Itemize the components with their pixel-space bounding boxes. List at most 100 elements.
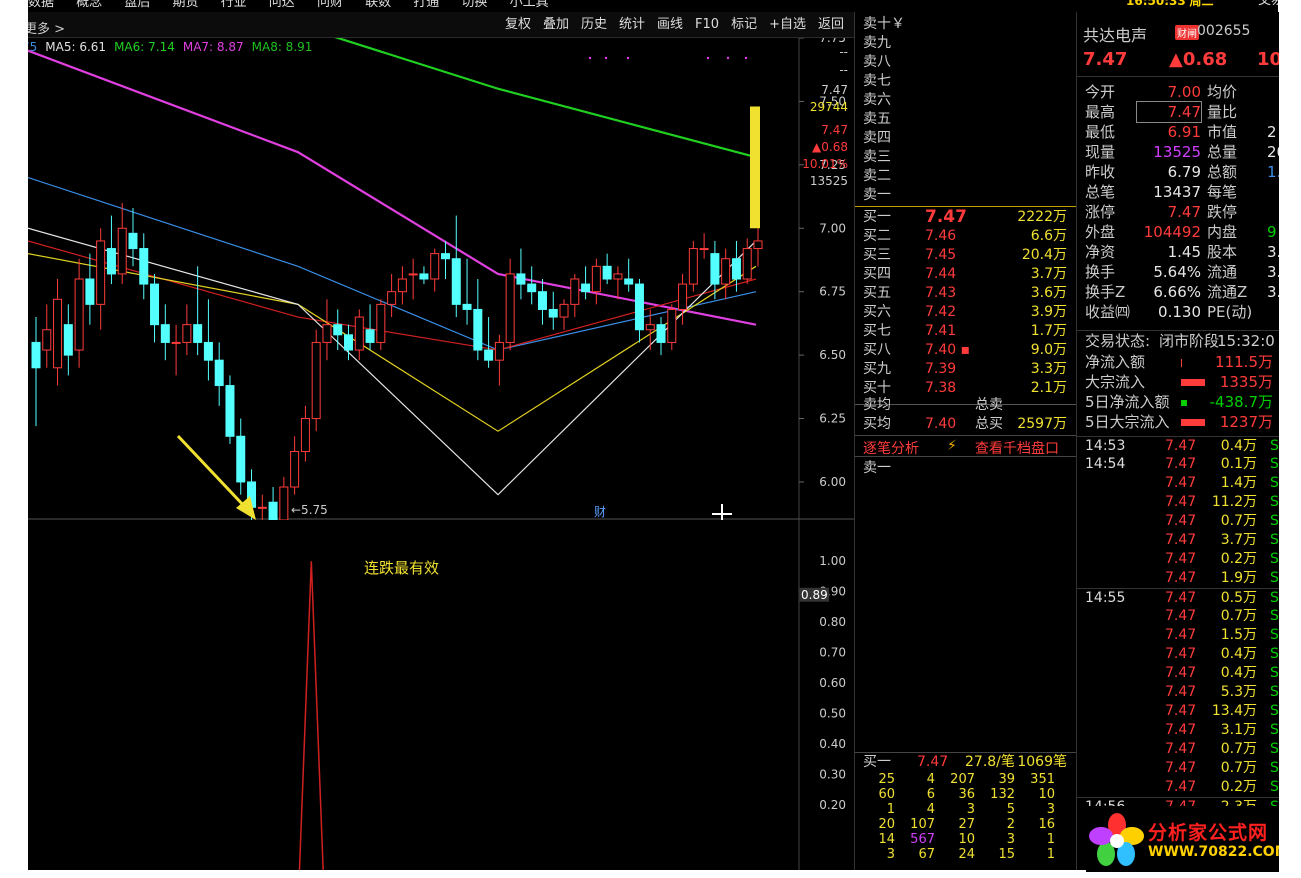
ask-level-row[interactable]: 卖五	[855, 110, 1076, 129]
stats-button[interactable]: 统计	[613, 12, 651, 38]
candle[interactable]	[290, 436, 300, 495]
ask-level-row[interactable]: 卖六	[855, 91, 1076, 110]
candle[interactable]	[753, 228, 763, 267]
candle[interactable]	[74, 258, 84, 368]
candle[interactable]	[354, 309, 364, 361]
candle[interactable]	[688, 240, 698, 292]
candle[interactable]	[451, 215, 461, 318]
stock-name[interactable]: 共达电声	[1083, 22, 1147, 46]
candle[interactable]	[203, 299, 213, 381]
ask-level-row[interactable]: 卖二	[855, 167, 1076, 186]
menu-after-hours[interactable]: 盘后	[124, 0, 150, 9]
menu-trade[interactable]: 交易	[1258, 0, 1278, 7]
candle[interactable]	[527, 266, 537, 305]
add-watchlist-button[interactable]: +自选	[763, 12, 812, 38]
candle[interactable]	[613, 266, 623, 300]
candle[interactable]	[53, 279, 63, 386]
candle[interactable]	[96, 228, 106, 330]
candle[interactable]	[300, 405, 310, 462]
bid-level-row[interactable]: 买四 7.44 3.7万	[855, 265, 1076, 284]
ask-level-row[interactable]: 卖七	[855, 72, 1076, 91]
candle[interactable]	[150, 273, 160, 343]
menu-futures[interactable]: 期货	[172, 0, 198, 9]
candle[interactable]	[516, 248, 526, 300]
candle[interactable]	[117, 202, 127, 285]
candle[interactable]	[591, 258, 601, 305]
menu-lianshu[interactable]: 联数	[365, 0, 391, 9]
back-button[interactable]: 返回	[812, 12, 850, 38]
tick-analysis-link[interactable]: 逐笔分析	[863, 438, 919, 458]
candle[interactable]	[42, 304, 52, 368]
finance-marker[interactable]: 财	[594, 505, 606, 519]
adjust-button[interactable]: 复权	[499, 12, 537, 38]
ask-level-row[interactable]: 卖三	[855, 148, 1076, 167]
draw-button[interactable]: 画线	[651, 12, 689, 38]
candle[interactable]	[397, 266, 407, 305]
ask-level-row[interactable]: 卖一	[855, 186, 1076, 205]
indicator-svg[interactable]: 1.000.900.800.700.600.500.400.300.200.89	[28, 520, 854, 870]
candle[interactable]	[699, 233, 709, 259]
menu-datong[interactable]: 打通	[413, 0, 439, 9]
candle[interactable]	[602, 253, 612, 285]
ask-level-row[interactable]: 卖四	[855, 129, 1076, 148]
overlay-button[interactable]: 叠加	[537, 12, 575, 38]
candle[interactable]	[667, 304, 677, 351]
candle[interactable]	[742, 238, 752, 285]
candle[interactable]	[634, 279, 644, 343]
bid-level-row[interactable]: 买七 7.41 1.7万	[855, 322, 1076, 341]
candle[interactable]	[311, 329, 321, 432]
candle[interactable]	[624, 258, 634, 292]
menu-wencai[interactable]: 问财	[317, 0, 343, 9]
menu-data[interactable]: 数据	[28, 0, 54, 9]
bid-level-row[interactable]: 买五 7.43 3.6万	[855, 284, 1076, 303]
finance-badge[interactable]: 财闸	[1175, 25, 1199, 40]
candle[interactable]	[279, 476, 289, 520]
bid-level-row[interactable]: 买八 7.40 ▪ 9.0万	[855, 341, 1076, 360]
candle[interactable]	[581, 266, 591, 300]
candle[interactable]	[268, 487, 278, 520]
candle[interactable]	[419, 266, 429, 285]
candle[interactable]	[678, 273, 688, 325]
candle[interactable]	[430, 248, 440, 292]
candle[interactable]	[484, 317, 494, 368]
candle[interactable]	[473, 279, 483, 361]
candle[interactable]	[193, 266, 203, 356]
menu-concept[interactable]: 概念	[76, 0, 102, 9]
candle[interactable]	[505, 258, 515, 351]
depth-book-link[interactable]: 查看千档盘口	[975, 438, 1059, 458]
tick-list[interactable]: 14:53 7.47 0.4万 S 14:54 7.47 0.1万 S 7.47 1.4万 S 7.4…	[1077, 436, 1279, 816]
candle[interactable]	[387, 273, 397, 318]
candle[interactable]	[721, 248, 731, 300]
candle[interactable]	[236, 418, 246, 495]
candle[interactable]	[322, 299, 332, 361]
more-link[interactable]: 更多 >	[28, 18, 65, 37]
ask-level-row[interactable]: 卖九	[855, 34, 1076, 53]
menu-wenda[interactable]: 问达	[269, 0, 295, 9]
candle[interactable]	[63, 304, 73, 376]
ask-level-row[interactable]: 卖十￥	[855, 15, 1076, 34]
kline-chart-panel[interactable]: 更多 > 复权 叠加 历史 统计 画线 F10 标记 +自选 返回 75MA5:…	[28, 12, 854, 870]
candle[interactable]	[106, 215, 116, 285]
candle[interactable]	[548, 291, 558, 330]
candle[interactable]	[171, 324, 181, 376]
bid-level-row[interactable]: 买九 7.39 3.3万	[855, 360, 1076, 379]
bid-level-row[interactable]: 买一 7.47 2222万	[855, 208, 1076, 227]
bid-level-row[interactable]: 买三 7.45 20.4万	[855, 246, 1076, 265]
candle[interactable]	[31, 317, 41, 427]
candle[interactable]	[257, 494, 267, 520]
candle[interactable]	[656, 317, 666, 356]
candle[interactable]	[462, 258, 472, 325]
candle[interactable]	[570, 273, 580, 318]
candle[interactable]	[440, 240, 450, 279]
candle[interactable]	[333, 309, 343, 351]
kline-svg[interactable]: 7.757.507.257.006.756.506.256.00----7.47…	[28, 38, 854, 520]
menu-tools[interactable]: 小工具	[510, 0, 549, 9]
candle[interactable]	[182, 304, 192, 356]
ask-level-row[interactable]: 卖八	[855, 53, 1076, 72]
candle[interactable]	[408, 258, 418, 300]
candle[interactable]	[537, 279, 547, 325]
candle[interactable]	[559, 299, 569, 330]
mark-button[interactable]: 标记	[725, 12, 763, 38]
f10-button[interactable]: F10	[689, 12, 725, 38]
candle[interactable]	[139, 233, 149, 300]
